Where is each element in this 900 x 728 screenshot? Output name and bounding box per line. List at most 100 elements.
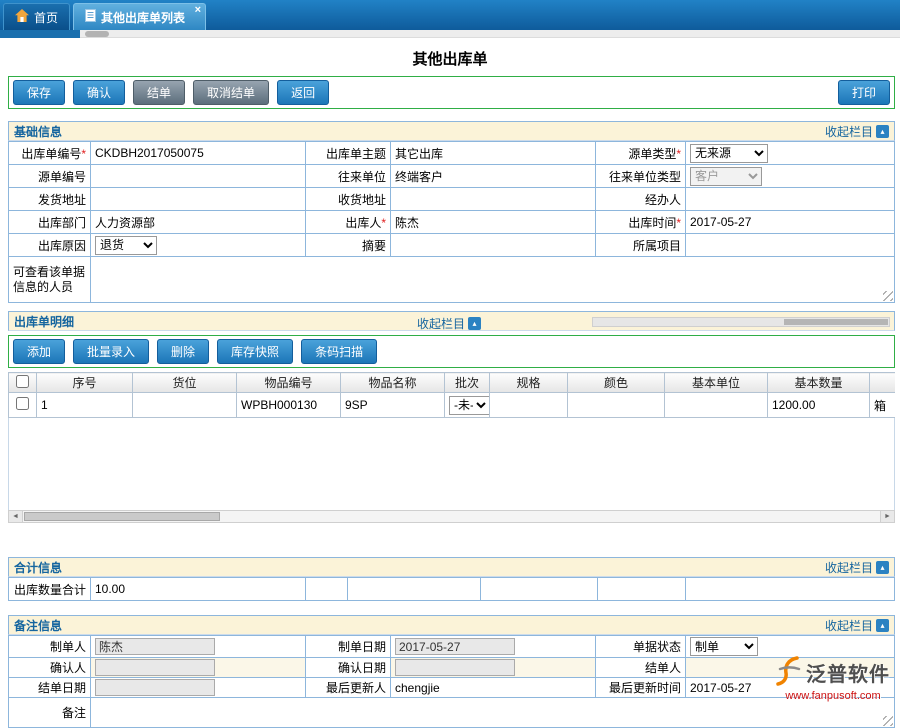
total-empty-cell: [306, 578, 348, 601]
field-out-person[interactable]: 陈杰: [391, 211, 596, 234]
resize-handle[interactable]: [883, 291, 893, 301]
field-partner[interactable]: 终端客户: [391, 165, 596, 188]
total-title: 合计信息: [14, 559, 62, 576]
back-button[interactable]: 返回: [277, 80, 329, 105]
col-seq: 序号: [37, 373, 133, 393]
partner-type-select[interactable]: 客户: [690, 167, 762, 186]
cell-seq: 1: [37, 393, 133, 418]
tab-scrollbar-thumb[interactable]: [85, 31, 109, 37]
tab-home[interactable]: 首页: [3, 3, 70, 30]
total-collapse-label: 收起栏目: [825, 559, 873, 576]
stock-snapshot-button[interactable]: 库存快照: [217, 339, 293, 364]
barcode-scan-button[interactable]: 条码扫描: [301, 339, 377, 364]
detail-collapse-link[interactable]: 收起栏目 ▴: [417, 315, 481, 332]
row-checkbox[interactable]: [16, 397, 29, 410]
field-ship-address[interactable]: [91, 188, 306, 211]
total-qty-value: 10.00: [91, 578, 306, 601]
field-maker: [91, 636, 306, 658]
detail-row: 1 WPBH000130 9SP -未- 1200.00 箱: [9, 393, 896, 418]
cell-location[interactable]: [133, 393, 237, 418]
document-icon: [85, 9, 96, 25]
tab-outbound-list[interactable]: 其他出库单列表 ×: [73, 3, 206, 30]
cell-item-no[interactable]: WPBH000130: [237, 393, 341, 418]
label-reason: 出库原因: [9, 234, 91, 257]
field-handler[interactable]: [686, 188, 895, 211]
batch-select[interactable]: -未-: [449, 396, 490, 415]
label-partner: 往来单位: [306, 165, 391, 188]
detail-header: 出库单明细 收起栏目 ▴: [8, 311, 895, 331]
label-maker: 制单人: [9, 636, 91, 658]
cell-item-name[interactable]: 9SP: [341, 393, 445, 418]
reason-select[interactable]: 退货: [95, 236, 157, 255]
detail-empty-area: [8, 418, 895, 510]
col-item-name: 物品名称: [341, 373, 445, 393]
hscrollbar-thumb[interactable]: [24, 512, 220, 521]
doc-status-select[interactable]: 制单: [690, 637, 758, 656]
label-project: 所属项目: [596, 234, 686, 257]
tab-close-icon[interactable]: ×: [195, 4, 201, 16]
source-type-select[interactable]: 无来源: [690, 144, 768, 163]
collapse-icon: ▴: [876, 619, 889, 632]
detail-title: 出库单明细: [14, 313, 74, 330]
field-project[interactable]: [686, 234, 895, 257]
main-toolbar: 保存 确认 结单 取消结单 返回 打印: [8, 76, 895, 109]
field-summary[interactable]: [391, 234, 596, 257]
add-row-button[interactable]: 添加: [13, 339, 65, 364]
cell-color[interactable]: [568, 393, 665, 418]
label-confirmer: 确认人: [9, 658, 91, 678]
field-confirmer: [91, 658, 306, 678]
detail-table-wrap: 序号 货位 物品编号 物品名称 批次 规格 颜色 基本单位 基本数量 1 WPB…: [8, 372, 895, 418]
label-make-date: 制单日期: [306, 636, 391, 658]
delete-row-button[interactable]: 删除: [157, 339, 209, 364]
viewers-input[interactable]: [95, 259, 890, 301]
remark-form: 制单人 制单日期 单据状态 制单 确认人 确认日期 结单人 结单日期: [8, 635, 895, 728]
scroll-left-arrow[interactable]: ◄: [9, 511, 23, 522]
settle-button[interactable]: 结单: [133, 80, 185, 105]
col-batch: 批次: [445, 373, 490, 393]
cell-select: [9, 393, 37, 418]
remark-collapse-link[interactable]: 收起栏目 ▴: [825, 617, 889, 634]
tab-scrollbar-track: [0, 30, 900, 38]
detail-scrollbar-thumb[interactable]: [784, 319, 888, 325]
field-note: [91, 698, 895, 728]
required-mark: *: [381, 216, 386, 230]
cell-unit: 箱: [870, 393, 896, 418]
basic-info-title: 基础信息: [14, 123, 62, 140]
col-color: 颜色: [568, 373, 665, 393]
collapse-icon: ▴: [876, 561, 889, 574]
confirm-button[interactable]: 确认: [73, 80, 125, 105]
col-base-qty: 基本数量: [768, 373, 870, 393]
col-item-no: 物品编号: [237, 373, 341, 393]
print-button[interactable]: 打印: [838, 80, 890, 105]
basic-collapse-link[interactable]: 收起栏目 ▴: [825, 123, 889, 140]
save-button[interactable]: 保存: [13, 80, 65, 105]
field-department[interactable]: 人力资源部: [91, 211, 306, 234]
note-input[interactable]: [95, 700, 890, 726]
cell-base-unit[interactable]: [665, 393, 768, 418]
label-department: 出库部门: [9, 211, 91, 234]
remark-collapse-label: 收起栏目: [825, 617, 873, 634]
field-out-time[interactable]: 2017-05-27: [686, 211, 895, 234]
total-empty-cell: [348, 578, 481, 601]
label-receive-address: 收货地址: [306, 188, 391, 211]
cell-base-qty[interactable]: 1200.00: [768, 393, 870, 418]
total-collapse-link[interactable]: 收起栏目 ▴: [825, 559, 889, 576]
tab-bar: 首页 其他出库单列表 ×: [0, 0, 900, 30]
total-qty-label: 出库数量合计: [9, 578, 91, 601]
field-subject[interactable]: 其它出库: [391, 142, 596, 165]
resize-handle[interactable]: [883, 716, 893, 726]
tab-underline: [0, 30, 80, 38]
field-settle-date: [91, 678, 306, 698]
collapse-icon: ▴: [468, 317, 481, 330]
cancel-settle-button[interactable]: 取消结单: [193, 80, 269, 105]
field-receive-address[interactable]: [391, 188, 596, 211]
field-order-no[interactable]: CKDBH2017050075: [91, 142, 306, 165]
batch-input-button[interactable]: 批量录入: [73, 339, 149, 364]
scroll-right-arrow[interactable]: ►: [880, 511, 894, 522]
cell-spec[interactable]: [490, 393, 568, 418]
make-date-input: [395, 638, 515, 655]
select-all-checkbox[interactable]: [16, 375, 29, 388]
detail-toolbar: 添加 批量录入 删除 库存快照 条码扫描: [8, 335, 895, 368]
label-out-time: 出库时间*: [596, 211, 686, 234]
field-source-no[interactable]: [91, 165, 306, 188]
